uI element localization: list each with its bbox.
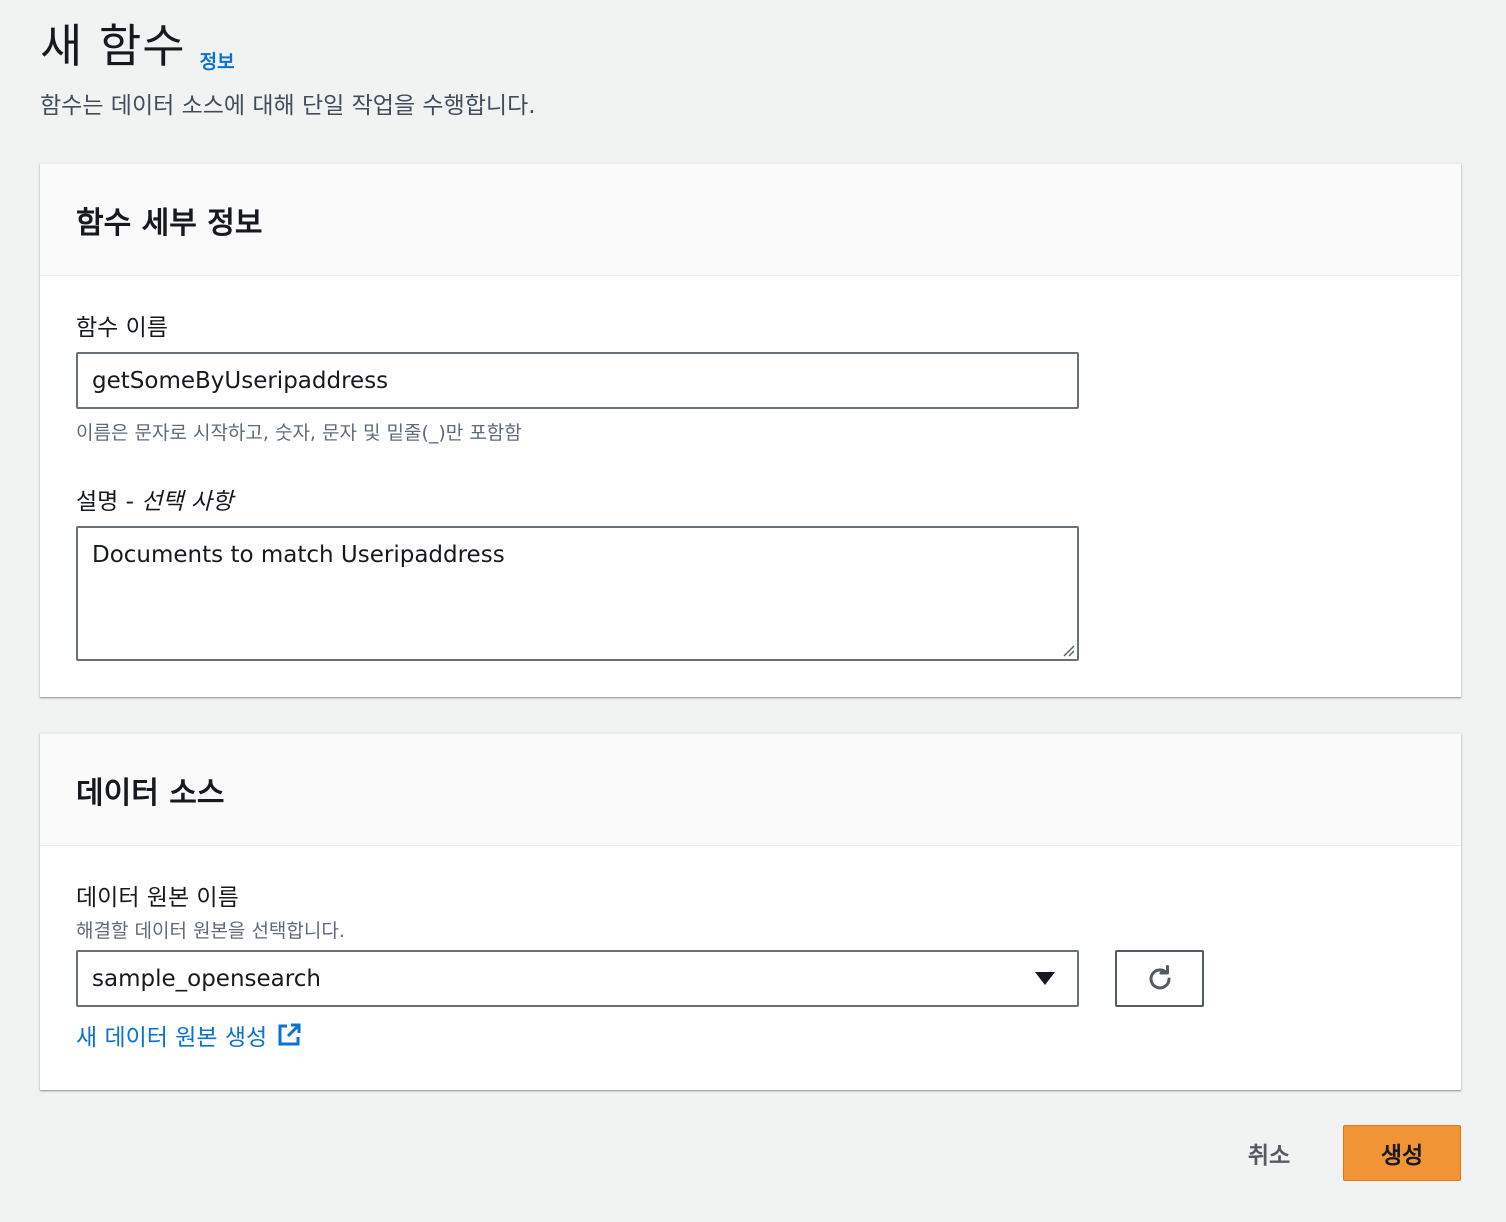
info-link[interactable]: 정보 <box>200 47 235 74</box>
page-title: 새 함수 <box>40 19 186 73</box>
cancel-button[interactable]: 취소 <box>1226 1125 1312 1181</box>
create-data-source-link-text: 새 데이터 원본 생성 <box>76 1025 268 1051</box>
data-source-hint: 해결할 데이터 원본을 선택합니다. <box>76 920 345 942</box>
data-source-name-label: 데이터 원본 이름 <box>76 885 239 911</box>
refresh-button[interactable] <box>1115 950 1204 1007</box>
create-data-source-link[interactable]: 새 데이터 원본 생성 <box>76 1018 302 1052</box>
external-link-icon <box>276 1022 302 1048</box>
data-source-select[interactable]: sample_opensearch <box>76 950 1079 1007</box>
description-optional-text: 선택 사항 <box>141 489 234 515</box>
description-label: 설명 - 선택 사항 <box>76 482 233 516</box>
function-name-label: 함수 이름 <box>76 315 168 341</box>
page-description: 함수는 데이터 소스에 대해 단일 작업을 수행합니다. <box>40 93 536 119</box>
title-row: 새 함수 정보 <box>40 14 536 78</box>
data-source-header: 데이터 소스 <box>40 734 1461 846</box>
caret-down-icon <box>1035 972 1055 985</box>
resize-grip-icon[interactable] <box>1061 643 1075 657</box>
page-header: 새 함수 정보 함수는 데이터 소스에 대해 단일 작업을 수행합니다. <box>40 14 536 122</box>
data-source-title: 데이터 소스 <box>76 775 225 811</box>
description-textarea[interactable]: Documents to match Useripaddress <box>76 526 1079 661</box>
function-details-title: 함수 세부 정보 <box>76 205 263 241</box>
function-details-header: 함수 세부 정보 <box>40 164 1461 276</box>
refresh-icon <box>1149 964 1170 989</box>
data-source-selected-value: sample_opensearch <box>92 965 321 992</box>
data-source-panel: 데이터 소스 데이터 원본 이름 해결할 데이터 원본을 선택합니다. samp… <box>40 733 1461 1090</box>
description-label-text: 설명 - <box>76 489 142 515</box>
function-name-constraint: 이름은 문자로 시작하고, 숫자, 문자 및 밑줄(_)만 포함함 <box>76 422 522 444</box>
function-name-input[interactable]: getSomeByUseripaddress <box>76 352 1079 409</box>
description-value: Documents to match Useripaddress <box>92 542 505 568</box>
create-button[interactable]: 생성 <box>1343 1125 1461 1181</box>
function-details-panel: 함수 세부 정보 함수 이름 getSomeByUseripaddress 이름… <box>40 163 1461 697</box>
